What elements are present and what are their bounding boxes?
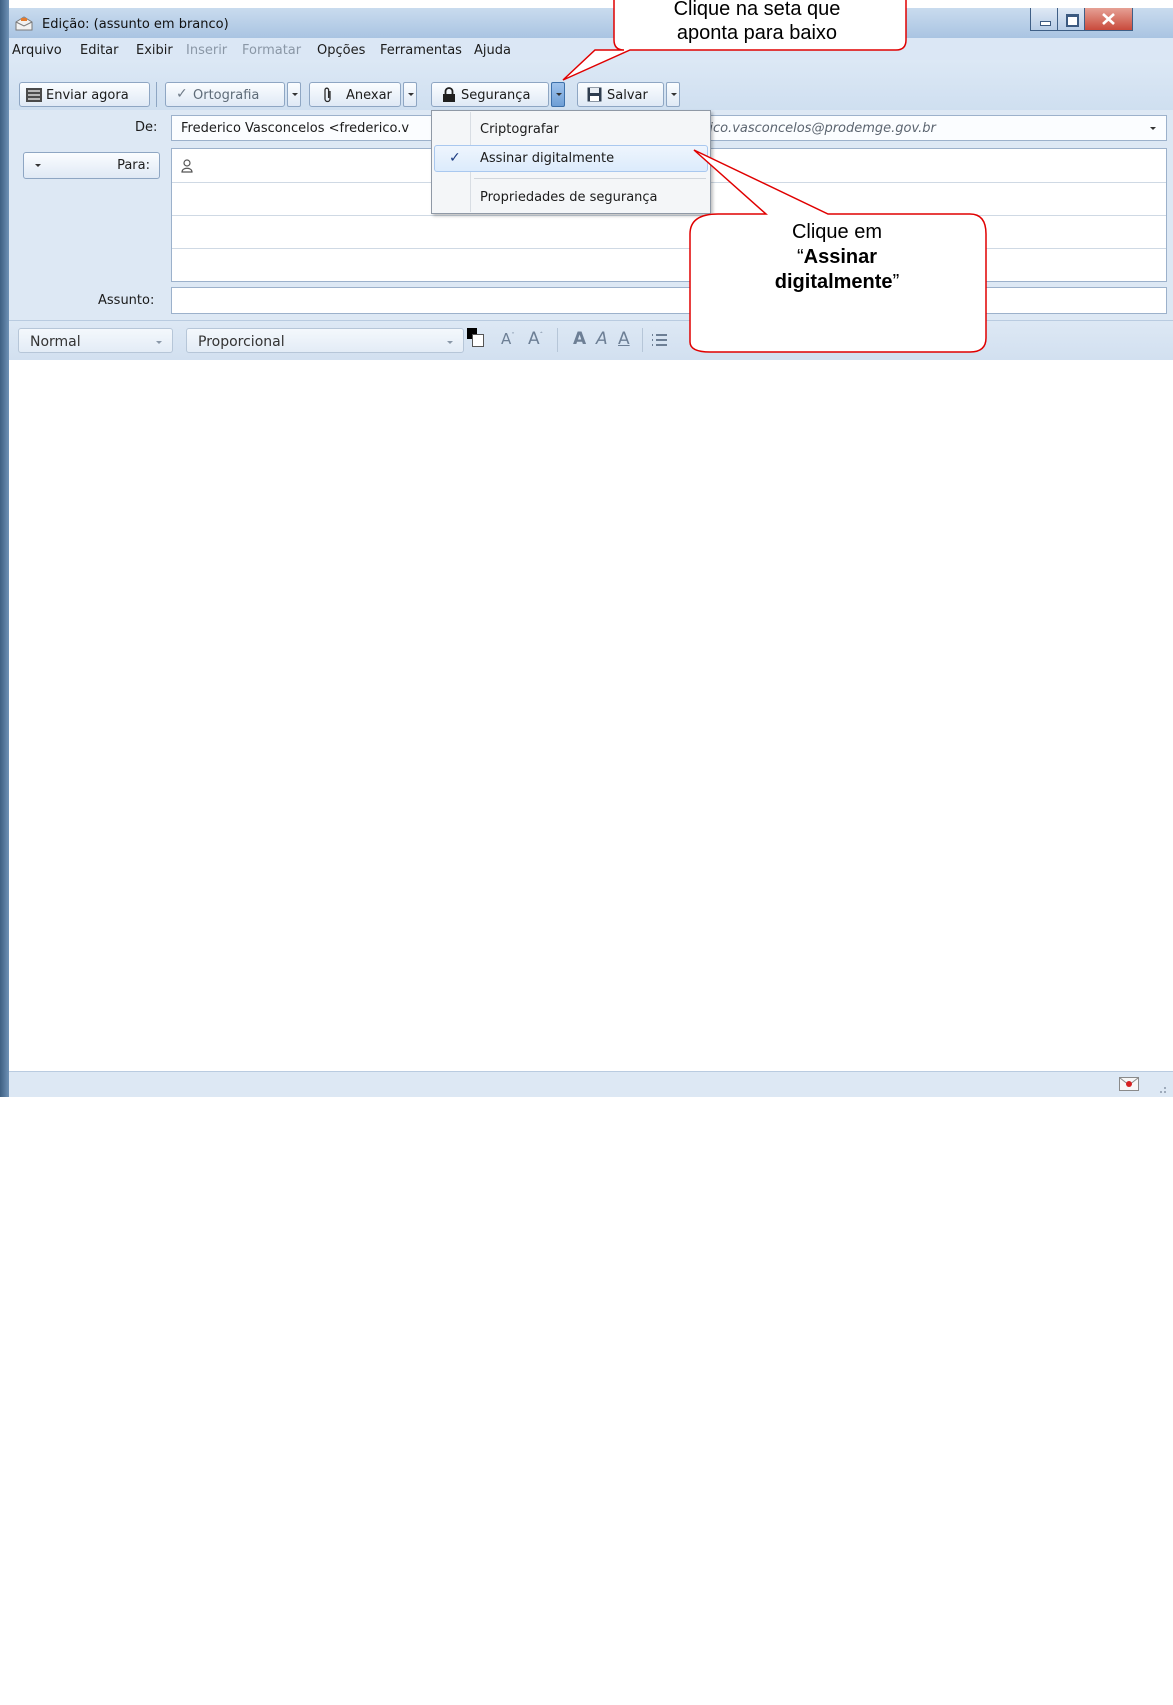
font-family-select[interactable]: Proporcional	[186, 328, 464, 353]
from-label: De:	[135, 120, 158, 135]
menu-exibir[interactable]: Exibir	[136, 43, 173, 58]
maximize-icon	[1066, 14, 1079, 27]
callout-top-line1: Clique na seta que	[673, 0, 841, 20]
attach-dropdown-arrow[interactable]	[403, 82, 417, 107]
menu-arquivo[interactable]: Arquivo	[12, 43, 62, 58]
email-edit-icon	[15, 16, 33, 31]
bullet-list-icon[interactable]	[650, 332, 668, 348]
close-button[interactable]	[1084, 8, 1133, 31]
italic-icon[interactable]: A	[596, 329, 608, 349]
lock-icon	[443, 87, 455, 102]
chevron-down-icon	[35, 164, 41, 167]
font-smaller-icon[interactable]: Aˇ	[501, 330, 515, 348]
paragraph-style-select[interactable]: Normal	[18, 328, 173, 353]
menu-item-propriedades-de-seguranca[interactable]: Propriedades de segurança	[434, 184, 708, 211]
callout-bottom-line2: “Assinar	[796, 246, 878, 268]
callout-bottom-bold1: Assinar	[803, 246, 878, 268]
resize-grip-icon[interactable]	[1157, 1084, 1167, 1094]
callout-bottom-bold2: digitalmente	[774, 271, 893, 293]
recipient-type-label: Para:	[117, 158, 150, 173]
status-icon	[1119, 1077, 1139, 1091]
spelling-button[interactable]: ✓ Ortografia	[165, 82, 285, 107]
maximize-button[interactable]	[1057, 8, 1086, 31]
minimize-button[interactable]	[1030, 8, 1059, 31]
recipient-row[interactable]	[172, 215, 1166, 249]
send-now-label: Enviar agora	[46, 88, 129, 103]
recipient-type-select[interactable]: Para:	[23, 152, 160, 179]
callout-bottom-line1: Clique em	[791, 221, 883, 243]
callout-top-line2: aponta para baixo	[676, 22, 838, 44]
menu-formatar[interactable]: Formatar	[242, 43, 301, 58]
close-icon	[1102, 13, 1115, 25]
from-value: Frederico Vasconcelos <frederico.v	[181, 121, 410, 136]
window-title: Edição: (assunto em branco)	[42, 17, 229, 32]
check-icon: ✓	[176, 86, 188, 102]
security-button[interactable]: Segurança	[431, 82, 549, 107]
contact-icon	[181, 159, 193, 173]
attach-label: Anexar	[346, 88, 392, 103]
callout-top-text: Clique na seta que aponta para baixo	[612, 0, 902, 45]
menu-editar[interactable]: Editar	[80, 43, 119, 58]
minimize-icon	[1040, 21, 1051, 26]
chevron-down-icon	[447, 341, 453, 344]
font-family-value: Proporcional	[198, 334, 285, 350]
menu-opcoes[interactable]: Opções	[317, 43, 365, 58]
callout-bottom-text: Clique em “Assinar digitalmente”	[697, 220, 977, 295]
menu-item-assinar-digitalmente[interactable]: ✓ Assinar digitalmente	[434, 145, 708, 172]
bold-icon[interactable]: A	[573, 329, 586, 349]
text-color-button[interactable]	[467, 328, 484, 348]
spelling-dropdown-arrow[interactable]	[287, 82, 301, 107]
attach-button[interactable]: Anexar	[309, 82, 401, 107]
chevron-down-icon	[1150, 127, 1156, 130]
status-bar	[9, 1071, 1173, 1097]
subject-input[interactable]	[171, 287, 1167, 314]
underline-icon[interactable]: A	[618, 329, 630, 349]
recipient-row[interactable]	[172, 248, 1166, 281]
compose-window: Edição: (assunto em branco) Arquivo Edit…	[0, 0, 1173, 1705]
font-larger-icon[interactable]: Aˆ	[528, 329, 543, 349]
send-icon	[26, 88, 42, 102]
background-color-swatch	[472, 334, 484, 347]
check-icon: ✓	[449, 150, 461, 166]
menu-inserir[interactable]: Inserir	[186, 43, 227, 58]
menu-item-criptografar[interactable]: Criptografar	[434, 116, 708, 143]
window-frame-left	[0, 0, 9, 1097]
menu-ajuda[interactable]: Ajuda	[474, 43, 511, 58]
security-label: Segurança	[461, 88, 531, 103]
save-label: Salvar	[607, 88, 648, 103]
chevron-down-icon	[156, 341, 162, 344]
menu-item-label: Assinar digitalmente	[480, 151, 615, 166]
message-body-editor[interactable]	[9, 360, 1173, 1705]
paragraph-style-value: Normal	[30, 334, 81, 350]
security-dropdown-menu: Criptografar ✓ Assinar digitalmente Prop…	[431, 110, 711, 214]
spelling-label: Ortografia	[193, 88, 260, 103]
subject-label: Assunto:	[98, 293, 155, 308]
menu-item-label: Propriedades de segurança	[480, 190, 658, 205]
menu-item-label: Criptografar	[480, 122, 559, 137]
menu-ferramentas[interactable]: Ferramentas	[380, 43, 462, 58]
callout-bottom-line3: digitalmente”	[774, 271, 900, 293]
paperclip-icon	[324, 87, 331, 103]
send-now-button[interactable]: Enviar agora	[19, 82, 150, 107]
